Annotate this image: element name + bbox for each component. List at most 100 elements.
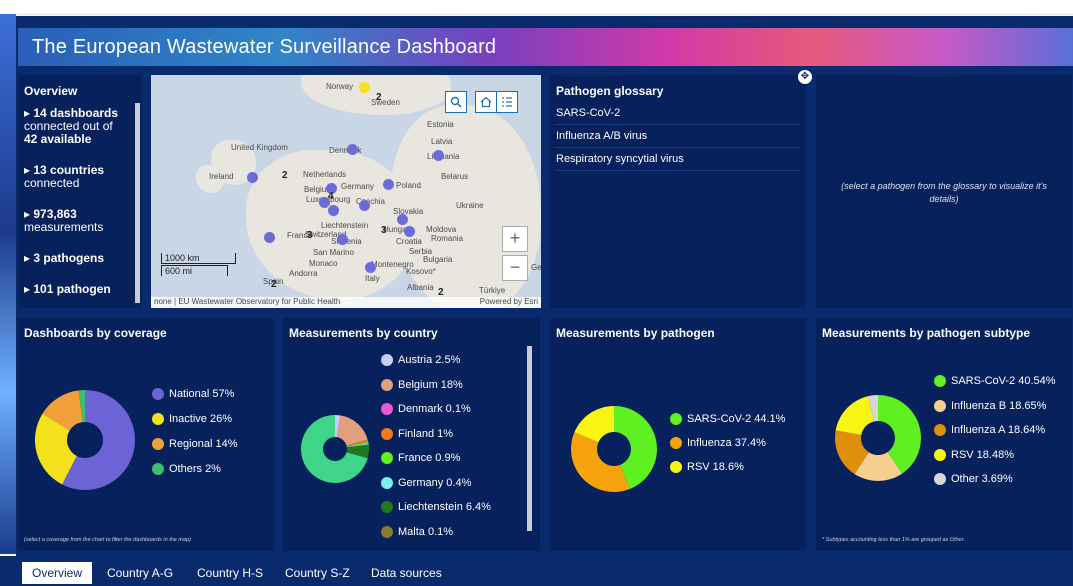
- donut-slice[interactable]: [835, 396, 875, 435]
- map-country-label: Italy: [365, 274, 380, 283]
- expand-icon[interactable]: ✥: [798, 70, 812, 84]
- map-marker[interactable]: [359, 200, 370, 211]
- glossary-item-rsv[interactable]: Respiratory syncytial virus: [556, 153, 800, 171]
- overview-stat-label: connected: [24, 176, 80, 190]
- dashboard-window: The European Wastewater Surveillance Das…: [0, 0, 1073, 586]
- legend-item[interactable]: National 57%: [152, 388, 234, 401]
- legend-item[interactable]: Liechtenstein 6.4%: [381, 501, 491, 514]
- map-marker[interactable]: [264, 232, 275, 243]
- map-marker[interactable]: [404, 226, 415, 237]
- tab-country-h-s[interactable]: Country H-S: [187, 562, 273, 584]
- legend-item[interactable]: SARS-CoV-2 44.1%: [670, 413, 786, 426]
- attribution-text[interactable]: none | EU Wastewater Observatory for Pub…: [154, 297, 340, 306]
- tab-country-s-z[interactable]: Country S-Z: [275, 562, 360, 584]
- pathogen-heading: Measurements by pathogen: [556, 326, 715, 340]
- legend-swatch: [934, 375, 946, 388]
- overview-heading: Overview: [24, 84, 78, 98]
- legend-swatch: [381, 427, 393, 440]
- legend-item[interactable]: SARS-CoV-2 40.54%: [934, 375, 1056, 388]
- legend-swatch: [670, 413, 682, 426]
- legend-swatch: [934, 424, 946, 437]
- legend-item[interactable]: Others 2%: [152, 463, 221, 476]
- subtype-donut-chart[interactable]: [833, 393, 923, 483]
- home-icon[interactable]: [475, 91, 497, 113]
- legend-item[interactable]: Regional 14%: [152, 438, 238, 451]
- cluster-count[interactable]: 4: [328, 191, 334, 202]
- legend-list-icon[interactable]: [496, 91, 518, 113]
- zoom-out-button[interactable]: −: [502, 255, 528, 281]
- overview-scrollbar[interactable]: [135, 103, 140, 303]
- map-marker[interactable]: [397, 214, 408, 225]
- glossary-item-sars-cov-2[interactable]: SARS-CoV-2: [556, 107, 800, 125]
- map-marker[interactable]: [347, 144, 358, 155]
- map-country-label: Estonia: [427, 120, 454, 129]
- map-marker[interactable]: [247, 172, 258, 183]
- map-country-label: Norway: [326, 82, 354, 91]
- map-country-label: San Marino: [313, 248, 354, 257]
- page-title: The European Wastewater Surveillance Das…: [32, 36, 497, 58]
- legend-item[interactable]: Germany 0.4%: [381, 477, 471, 489]
- legend-item[interactable]: Malta 0.1%: [381, 526, 453, 538]
- coverage-footnote: (select a coverage from the chart to fil…: [24, 537, 191, 543]
- zoom-in-button[interactable]: +: [502, 226, 528, 252]
- legend-item[interactable]: Influenza A 18.64%: [934, 424, 1046, 437]
- country-panel: Measurements by country Austria 2.5% Belg…: [283, 318, 540, 551]
- pathogen-glossary-panel: Pathogen glossary SARS-CoV-2 Influenza A…: [550, 75, 806, 308]
- map-country-label: United Kingdom: [231, 143, 288, 152]
- map-marker[interactable]: [337, 234, 348, 245]
- map-marker[interactable]: [383, 179, 394, 190]
- country-legend-scrollbar[interactable]: [527, 346, 532, 531]
- map-country-label: Belarus: [441, 172, 469, 181]
- subtype-panel: Measurements by pathogen subtype SARS-Co…: [816, 318, 1072, 551]
- overview-stat: ▸ 13 countries connected: [24, 163, 105, 190]
- tab-overview[interactable]: Overview: [22, 562, 93, 586]
- legend-item[interactable]: RSV 18.6%: [670, 461, 744, 474]
- map-view[interactable]: Norway Sweden Estonia Latvia United Kingdom D…: [151, 75, 541, 308]
- cluster-count[interactable]: 3: [307, 230, 313, 241]
- legend-swatch: [381, 354, 393, 367]
- cluster-count[interactable]: 2: [282, 170, 288, 181]
- legend-label: SARS-CoV-2 44.1%: [687, 413, 786, 425]
- map-marker[interactable]: [365, 262, 376, 273]
- legend-item[interactable]: Other 3.69%: [934, 473, 1013, 486]
- legend-swatch: [934, 448, 946, 461]
- glossary-item-influenza[interactable]: Influenza A/B virus: [556, 130, 800, 148]
- tab-country-a-g[interactable]: Country A-G: [97, 562, 183, 584]
- coverage-donut-chart[interactable]: [30, 385, 140, 495]
- map-country-label: Latvia: [431, 137, 453, 146]
- legend-item[interactable]: Finland 1%: [381, 428, 453, 440]
- legend-item[interactable]: Belgium 18%: [381, 379, 463, 391]
- overview-stat: ▸ 973,863 measurements: [24, 207, 104, 234]
- donut-slice[interactable]: [571, 432, 630, 492]
- legend-item[interactable]: RSV 18.48%: [934, 449, 1014, 461]
- subtype-footnote: * Subtypes accounting less than 1% are g…: [822, 537, 965, 543]
- legend-label: France 0.9%: [398, 452, 461, 464]
- tab-data-sources[interactable]: Data sources: [361, 562, 452, 584]
- coverage-panel: Dashboards by coverage National 57% Inact…: [18, 318, 274, 551]
- map-country-label: Bulgaria: [423, 255, 453, 264]
- map-marker[interactable]: [359, 82, 370, 93]
- pathogen-detail-panel: (select a pathogen from the glossary to …: [816, 75, 1072, 308]
- country-donut-chart[interactable]: [298, 412, 372, 486]
- overview-stat: ▸ 3 pathogens: [24, 251, 105, 265]
- pathogen-donut-chart[interactable]: [569, 404, 659, 494]
- legend-item[interactable]: France 0.9%: [381, 452, 461, 465]
- powered-by-link[interactable]: Powered by Esri: [480, 297, 538, 306]
- legend-swatch: [381, 452, 393, 465]
- cluster-count[interactable]: 2: [376, 92, 382, 103]
- legend-item[interactable]: Inactive 26%: [152, 413, 232, 426]
- legend-item[interactable]: Influenza B 18.65%: [934, 400, 1046, 412]
- legend-item[interactable]: Austria 2.5%: [381, 354, 460, 367]
- search-icon[interactable]: [445, 91, 467, 113]
- cluster-count[interactable]: 2: [271, 279, 277, 290]
- overview-panel: Overview ▸ 14 dashboards connected out of…: [18, 75, 142, 308]
- overview-stat-value: 3 pathogens: [33, 251, 105, 265]
- legend-label: Influenza A 18.64%: [951, 424, 1046, 436]
- map-marker[interactable]: [433, 150, 444, 161]
- cluster-count[interactable]: 3: [381, 225, 387, 236]
- subtype-heading: Measurements by pathogen subtype: [822, 326, 1031, 340]
- legend-item[interactable]: Influenza 37.4%: [670, 437, 766, 450]
- legend-item[interactable]: Denmark 0.1%: [381, 403, 471, 416]
- map-country-label: Andorra: [289, 269, 318, 278]
- map-marker[interactable]: [328, 205, 339, 216]
